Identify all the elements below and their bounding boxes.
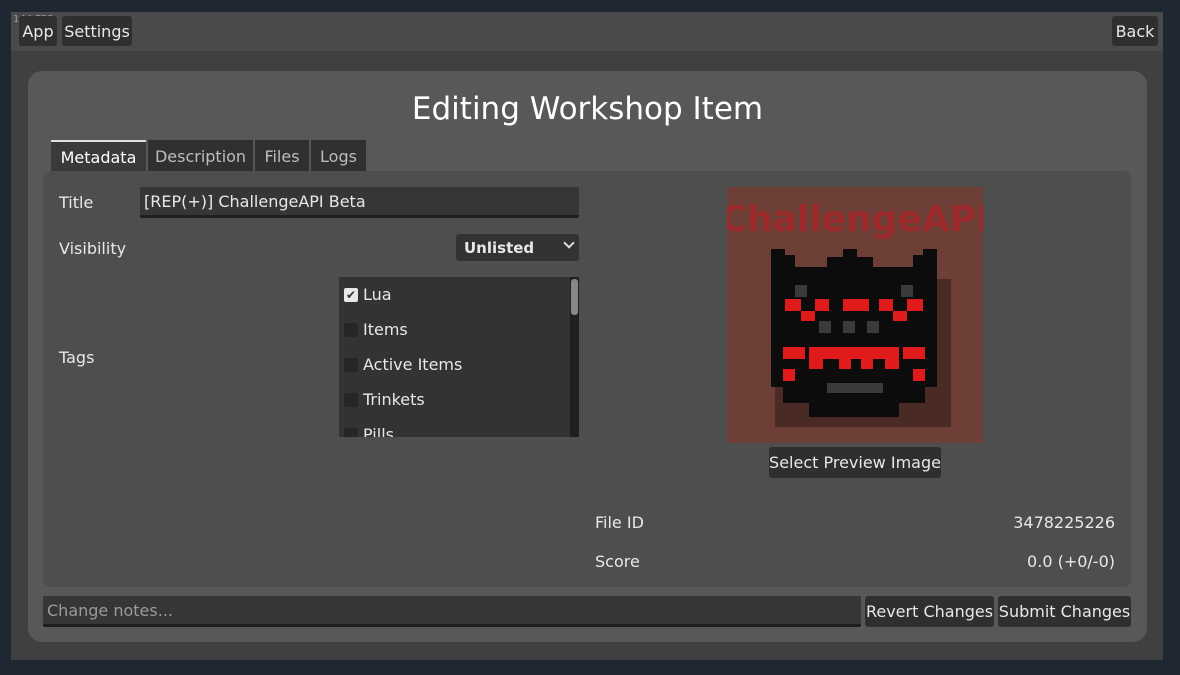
tag-label: Active Items [363, 355, 463, 374]
file-id-label: File ID [595, 513, 644, 532]
checkbox[interactable] [344, 322, 358, 337]
select-preview-image-button[interactable]: Select Preview Image [769, 447, 941, 478]
check-icon[interactable]: ✔ [344, 287, 358, 302]
checkbox[interactable] [344, 427, 358, 437]
tags-list[interactable]: ✔ Lua Items Active Items Trinkets Pills [339, 277, 579, 437]
top-bar: 144 FPS App Settings Back [11, 12, 1163, 51]
tags-scrollbar[interactable] [570, 277, 579, 437]
tab-logs[interactable]: Logs [311, 140, 366, 172]
metadata-content: Title [REP(+)] ChallengeAPI Beta Visibil… [43, 171, 1131, 587]
preview-image-text: ChallengeAPI [727, 199, 983, 240]
revert-changes-button[interactable]: Revert Changes [865, 596, 994, 627]
tag-label: Pills [363, 425, 394, 437]
tag-item-active-items[interactable]: Active Items [339, 347, 569, 382]
tag-item-lua[interactable]: ✔ Lua [339, 277, 569, 312]
tag-item-pills[interactable]: Pills [339, 417, 569, 437]
tags-label: Tags [59, 348, 95, 367]
page-title: Editing Workshop Item [411, 91, 764, 127]
score-label: Score [595, 552, 640, 571]
tab-files[interactable]: Files [255, 140, 309, 172]
scrollbar-thumb[interactable] [571, 279, 578, 315]
visibility-value: Unlisted [464, 238, 535, 257]
settings-button[interactable]: Settings [62, 16, 132, 46]
tag-item-items[interactable]: Items [339, 312, 569, 347]
tag-label: Items [363, 320, 408, 339]
visibility-label: Visibility [59, 239, 127, 258]
visibility-select[interactable]: Unlisted [456, 234, 579, 261]
checkbox[interactable] [344, 392, 358, 407]
monster-sprite-icon: ChallengeAPI [727, 199, 983, 427]
checkbox[interactable] [344, 357, 358, 372]
submit-changes-button[interactable]: Submit Changes [998, 596, 1131, 627]
preview-image: ChallengeAPI [727, 187, 983, 443]
app-menu-button[interactable]: App [19, 16, 57, 46]
chevron-down-icon [563, 237, 575, 249]
tag-label: Trinkets [363, 390, 425, 409]
title-input[interactable]: [REP(+)] ChallengeAPI Beta [140, 187, 579, 218]
tab-description[interactable]: Description [148, 140, 253, 172]
title-label: Title [59, 193, 94, 212]
tab-metadata[interactable]: Metadata [51, 140, 146, 172]
back-button[interactable]: Back [1112, 16, 1158, 46]
app-window: 144 FPS App Settings Back Editing Worksh… [11, 12, 1163, 660]
change-notes-input[interactable]: Change notes... [43, 596, 861, 627]
score-value: 0.0 (+0/-0) [1027, 552, 1115, 571]
tag-item-trinkets[interactable]: Trinkets [339, 382, 569, 417]
file-id-value: 3478225226 [1013, 513, 1115, 532]
editor-panel: Editing Workshop Item Metadata Descripti… [28, 71, 1147, 642]
tag-label: Lua [363, 285, 392, 304]
